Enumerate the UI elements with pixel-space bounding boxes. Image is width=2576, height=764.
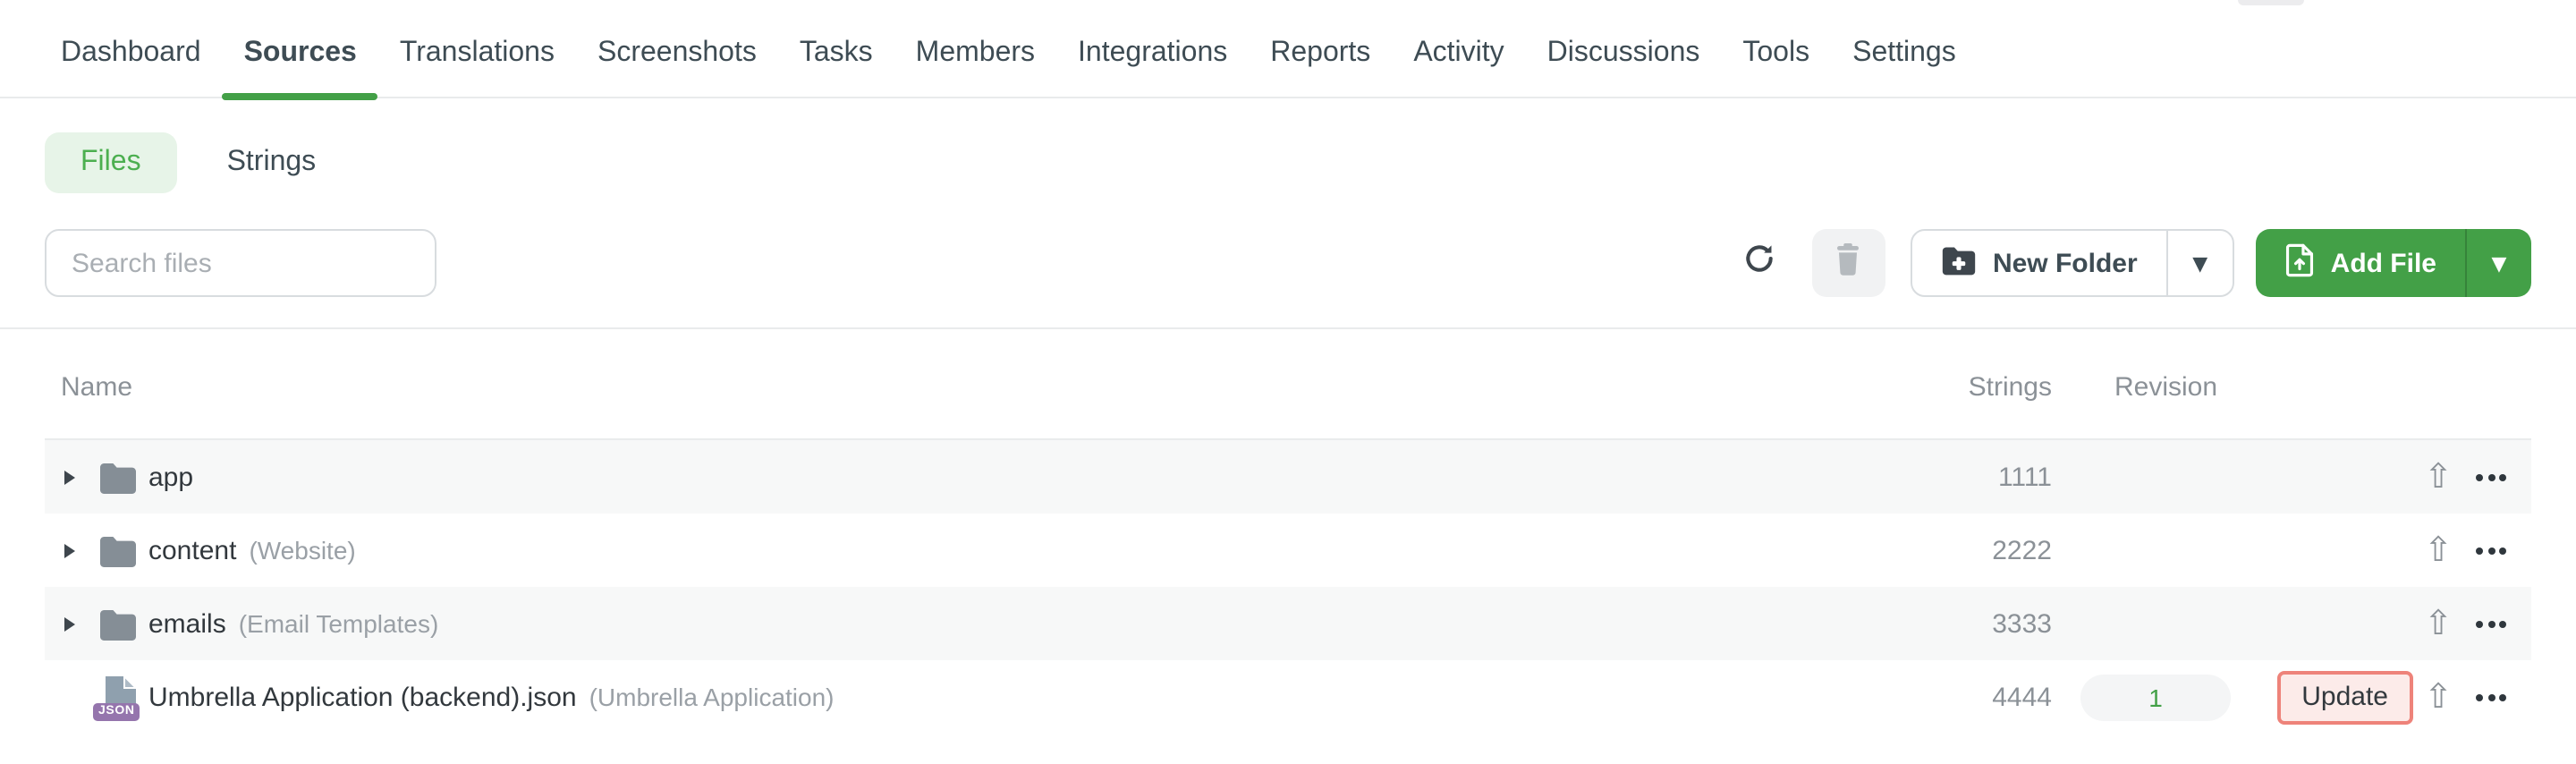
nav-tab-label: Integrations xyxy=(1078,38,1228,68)
nav-tab-label: Discussions xyxy=(1546,38,1700,68)
folder-annotation: (Email Templates) xyxy=(238,608,439,637)
nav-tab-label: Tools xyxy=(1742,38,1810,68)
file-name: Umbrella Application (backend).json xyxy=(148,682,577,712)
table-header: Name Strings Revision xyxy=(45,329,2531,440)
table-row-folder-app[interactable]: app 1111 ⇧ xyxy=(45,440,2531,514)
nav-tab-label: Sources xyxy=(243,38,357,68)
file-annotation: (Umbrella Application) xyxy=(589,682,835,710)
row-name[interactable]: content (Website) xyxy=(148,535,356,565)
table-row-folder-content[interactable]: content (Website) 2222 ⇧ xyxy=(45,514,2531,587)
files-table: Name Strings Revision app 1111 ⇧ content… xyxy=(45,329,2531,734)
upload-icon[interactable]: ⇧ xyxy=(2424,459,2453,494)
nav-tab-tasks[interactable]: Tasks xyxy=(778,10,894,98)
more-actions-button[interactable] xyxy=(2476,473,2506,480)
nav-tab-discussions[interactable]: Discussions xyxy=(1526,10,1722,98)
toggle-strings[interactable]: Strings xyxy=(206,132,338,193)
folder-icon xyxy=(98,457,138,497)
expand-caret-icon[interactable] xyxy=(64,616,75,631)
folder-plus-icon xyxy=(1941,244,1977,282)
more-actions-button[interactable] xyxy=(2476,620,2506,627)
add-file-button: Add File ▼ xyxy=(2255,229,2531,297)
nav-tab-label: Settings xyxy=(1852,38,1956,68)
refresh-button[interactable] xyxy=(1737,240,1784,286)
nav-tab-label: Activity xyxy=(1413,38,1504,68)
nav-tab-label: Screenshots xyxy=(597,38,757,68)
row-name[interactable]: Umbrella Application (backend).json (Umbr… xyxy=(148,682,835,712)
strings-count: 4444 xyxy=(1992,682,2052,712)
folder-name: app xyxy=(148,462,194,492)
nav-tab-members[interactable]: Members xyxy=(894,10,1056,98)
nav-tab-label: Members xyxy=(915,38,1036,68)
column-header-strings: Strings xyxy=(1968,372,2052,403)
new-folder-main[interactable]: New Folder xyxy=(1912,231,2166,295)
file-upload-icon xyxy=(2284,242,2315,284)
strings-count: 3333 xyxy=(1992,608,2052,639)
search-input[interactable] xyxy=(45,229,436,297)
files-toolbar: New Folder ▼ Add File xyxy=(45,229,2531,297)
new-folder-dropdown[interactable]: ▼ xyxy=(2165,231,2233,295)
more-actions-button[interactable] xyxy=(2476,693,2506,700)
add-file-main[interactable]: Add File xyxy=(2256,229,2465,297)
nav-tab-label: Tasks xyxy=(799,38,873,68)
strings-count: 2222 xyxy=(1992,535,2052,565)
nav-tab-label: Translations xyxy=(399,38,555,68)
nav-tab-tools[interactable]: Tools xyxy=(1721,10,1831,98)
view-toggle: Files Strings xyxy=(45,132,2576,193)
nav-tab-translations[interactable]: Translations xyxy=(378,10,576,98)
file-type-badge: JSON xyxy=(93,702,140,720)
nav-tab-label: Reports xyxy=(1270,38,1371,68)
expand-caret-icon[interactable] xyxy=(64,543,75,557)
folder-name: content xyxy=(148,535,237,565)
more-actions-button[interactable] xyxy=(2476,547,2506,554)
upload-icon[interactable]: ⇧ xyxy=(2424,532,2453,567)
json-file-icon: JSON xyxy=(93,673,140,720)
project-nav: Dashboard Sources Translations Screensho… xyxy=(0,0,2576,99)
upload-icon[interactable]: ⇧ xyxy=(2424,679,2453,714)
nav-tab-activity[interactable]: Activity xyxy=(1392,10,1525,98)
folder-annotation: (Website) xyxy=(249,535,356,564)
nav-tab-label: Dashboard xyxy=(61,38,201,68)
upload-icon[interactable]: ⇧ xyxy=(2424,606,2453,641)
new-folder-label: New Folder xyxy=(1992,248,2138,278)
table-row-folder-emails[interactable]: emails (Email Templates) 3333 ⇧ xyxy=(45,587,2531,660)
strings-count: 1111 xyxy=(1997,462,2052,492)
nav-tab-settings[interactable]: Settings xyxy=(1831,10,1978,98)
nav-tab-sources[interactable]: Sources xyxy=(222,10,379,99)
folder-icon xyxy=(98,604,138,643)
table-row-file-umbrella-json[interactable]: JSON Umbrella Application (backend).json… xyxy=(45,660,2531,734)
chevron-down-icon: ▼ xyxy=(2192,251,2208,275)
page: Dashboard Sources Translations Screensho… xyxy=(0,0,2576,764)
toolbar-actions: New Folder ▼ Add File ▼ xyxy=(1737,229,2531,297)
nav-tab-screenshots[interactable]: Screenshots xyxy=(576,10,778,98)
revision-badge[interactable]: 1 xyxy=(2080,674,2231,720)
new-folder-button: New Folder ▼ xyxy=(1910,229,2234,297)
row-name[interactable]: emails (Email Templates) xyxy=(148,608,438,639)
add-file-label: Add File xyxy=(2330,248,2436,278)
refresh-icon xyxy=(1743,242,1777,284)
column-header-name: Name xyxy=(61,372,133,403)
expand-caret-icon[interactable] xyxy=(64,470,75,484)
nav-tab-reports[interactable]: Reports xyxy=(1249,10,1392,98)
update-button[interactable]: Update xyxy=(2276,670,2413,724)
chevron-down-icon: ▼ xyxy=(2491,251,2507,275)
trash-icon xyxy=(1835,242,1863,284)
folder-icon xyxy=(98,531,138,570)
add-file-dropdown[interactable]: ▼ xyxy=(2465,229,2531,297)
row-name[interactable]: app xyxy=(148,462,193,492)
toggle-files[interactable]: Files xyxy=(45,132,177,193)
column-header-revision: Revision xyxy=(2114,372,2218,403)
delete-button[interactable] xyxy=(1811,229,1885,297)
nav-tab-integrations[interactable]: Integrations xyxy=(1056,10,1249,98)
folder-name: emails xyxy=(148,608,226,639)
nav-tab-dashboard[interactable]: Dashboard xyxy=(39,10,223,98)
